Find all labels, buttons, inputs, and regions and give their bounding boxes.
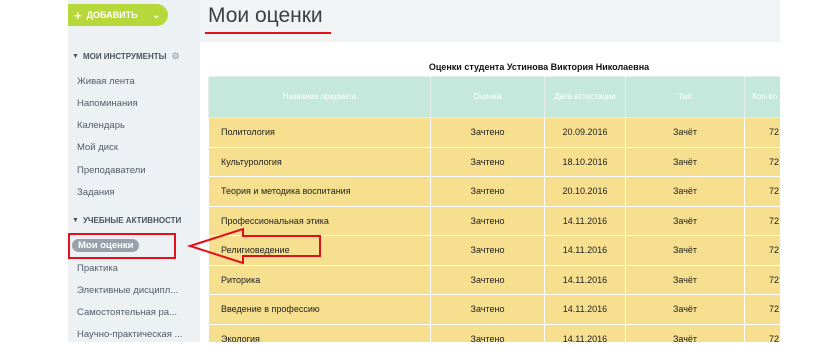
cell-subject: Введение в профессию — [208, 294, 431, 325]
cell-type: Зачёт — [625, 235, 745, 266]
cell-date: 20.09.2016 — [544, 117, 626, 148]
sidebar-item-live-feed[interactable]: Живая лента — [77, 76, 195, 87]
sidebar-item-independent-work[interactable]: Самостоятельная ра... — [77, 307, 195, 318]
cell-grade: Зачтено — [430, 294, 545, 325]
cell-date: 20.10.2016 — [544, 176, 626, 207]
bottom-margin — [0, 342, 840, 348]
cell-subject: Культурология — [208, 146, 431, 177]
caret-down-icon: ▼ — [72, 53, 79, 60]
cell-subject: Риторика — [208, 264, 431, 295]
table-row: Введение в профессию Зачтено 14.11.2016 … — [208, 294, 808, 325]
column-header-type[interactable]: Тип — [625, 76, 745, 118]
table-header-row: Название предмета Оценка Дата аттестации… — [208, 76, 808, 118]
cell-grade: Зачтено — [430, 205, 545, 236]
cell-subject: Профессиональная этика — [208, 205, 431, 236]
add-button-label: ДОБАВИТЬ — [86, 10, 138, 20]
cell-date: 14.11.2016 — [544, 235, 626, 266]
grades-table-wrap: Название предмета Оценка Дата аттестации… — [208, 76, 808, 342]
table-row: Культурология Зачтено 18.10.2016 Зачёт 7… — [208, 146, 808, 177]
table-caption: Оценки студента Устинова Виктория Никола… — [428, 62, 650, 72]
cell-grade: Зачтено — [430, 176, 545, 207]
tools-section-title[interactable]: ▼ МОИ ИНСТРУМЕНТЫ ⚙ — [68, 51, 180, 62]
cell-date: 18.10.2016 — [544, 146, 626, 177]
right-margin — [780, 0, 840, 348]
column-header-date[interactable]: Дата аттестации — [544, 76, 626, 118]
cell-grade: Зачтено — [430, 235, 545, 266]
table-row: Теория и методика воспитания Зачтено 20.… — [208, 176, 808, 207]
column-header-subject[interactable]: Название предмета — [208, 76, 431, 118]
gear-icon[interactable]: ⚙ — [172, 51, 180, 62]
cell-type: Зачёт — [625, 264, 745, 295]
cell-subject: Экология — [208, 323, 431, 342]
grades-table: Название предмета Оценка Дата аттестации… — [208, 76, 808, 342]
table-row: Политология Зачтено 20.09.2016 Зачёт 72 — [208, 117, 808, 148]
table-row: Религиоведение Зачтено 14.11.2016 Зачёт … — [208, 235, 808, 266]
table-row: Профессиональная этика Зачтено 14.11.201… — [208, 205, 808, 236]
page-title: Мои оценки — [208, 4, 323, 27]
sidebar-item-research[interactable]: Научно-практическая ... — [77, 329, 195, 340]
cell-date: 14.11.2016 — [544, 264, 626, 295]
cell-grade: Зачтено — [430, 323, 545, 342]
title-underline — [205, 32, 331, 34]
cell-grade: Зачтено — [430, 146, 545, 177]
active-item-highlight — [68, 233, 176, 259]
cell-type: Зачёт — [625, 146, 745, 177]
cell-date: 14.11.2016 — [544, 205, 626, 236]
sidebar-item-reminders[interactable]: Напоминания — [77, 98, 195, 109]
tools-section-label: МОИ ИНСТРУМЕНТЫ — [82, 52, 167, 61]
column-header-grade[interactable]: Оценка — [430, 76, 545, 118]
add-button[interactable]: + ДОБАВИТЬ ⌄ — [68, 4, 168, 26]
activities-section-label: УЧЕБНЫЕ АКТИВНОСТИ — [82, 216, 182, 225]
table-row: Риторика Зачтено 14.11.2016 Зачёт 72 — [208, 264, 808, 295]
cell-grade: Зачтено — [430, 117, 545, 148]
cell-date: 14.11.2016 — [544, 294, 626, 325]
cell-type: Зачёт — [625, 323, 745, 342]
cell-type: Зачёт — [625, 205, 745, 236]
caret-down-icon: ▼ — [72, 217, 79, 224]
sidebar-item-calendar[interactable]: Календарь — [77, 120, 195, 131]
cell-grade: Зачтено — [430, 264, 545, 295]
activities-section-title[interactable]: ▼ УЧЕБНЫЕ АКТИВНОСТИ — [68, 216, 181, 225]
cell-subject: Политология — [208, 117, 431, 148]
cell-type: Зачёт — [625, 294, 745, 325]
sidebar-item-my-drive[interactable]: Мой диск — [77, 142, 195, 153]
cell-type: Зачёт — [625, 117, 745, 148]
cell-date: 14.11.2016 — [544, 323, 626, 342]
cell-subject: Религиоведение — [208, 235, 431, 266]
sidebar-item-electives[interactable]: Элективные дисципл... — [77, 285, 195, 296]
sidebar-item-practice[interactable]: Практика — [77, 263, 195, 274]
cell-subject: Теория и методика воспитания — [208, 176, 431, 207]
cell-type: Зачёт — [625, 176, 745, 207]
plus-icon: + — [74, 7, 82, 23]
sidebar-item-teachers[interactable]: Преподаватели — [77, 165, 195, 176]
chevron-down-icon[interactable]: ⌄ — [152, 10, 160, 21]
table-row: Экология Зачтено 14.11.2016 Зачёт 72 — [208, 323, 808, 342]
sidebar-item-tasks[interactable]: Задания — [77, 187, 195, 198]
